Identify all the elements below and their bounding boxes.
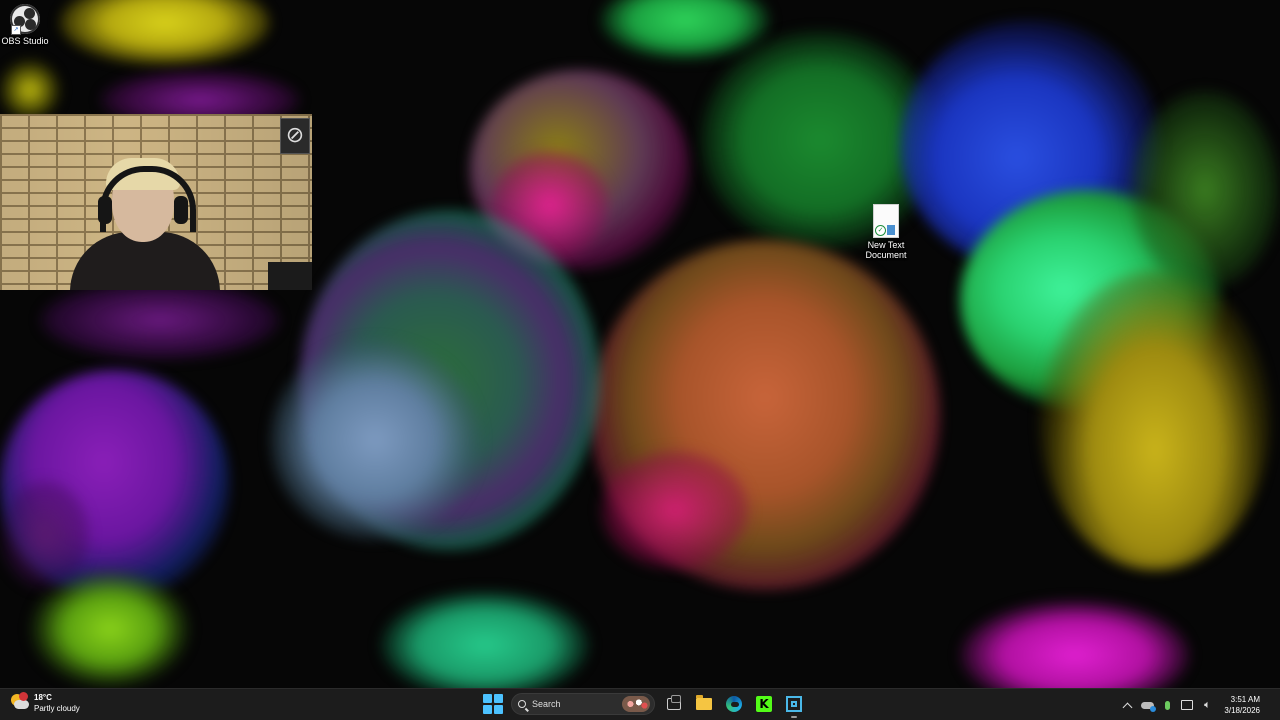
file-explorer-button[interactable] bbox=[693, 693, 715, 715]
wallpaper-swirl bbox=[960, 600, 1190, 688]
wallpaper-swirl bbox=[0, 60, 60, 120]
desktop-icon-obs-studio[interactable]: ↗ OBS Studio bbox=[0, 4, 56, 46]
start-icon bbox=[483, 694, 492, 703]
wallpaper-swirl bbox=[600, 0, 770, 60]
taskbar-center: Search K bbox=[481, 693, 805, 718]
weather-widget[interactable]: 18°C Partly cloudy bbox=[10, 692, 80, 714]
search-highlight-image bbox=[622, 696, 650, 712]
clock[interactable]: 3:51 AM 3/18/2026 bbox=[1224, 694, 1260, 716]
edge-button[interactable] bbox=[723, 693, 745, 715]
desktop-icon-label: New Text Document bbox=[865, 240, 907, 260]
kick-button[interactable]: K bbox=[753, 693, 775, 715]
notepad-badge-icon bbox=[887, 225, 895, 235]
sync-status-icon: ✓ bbox=[875, 225, 886, 236]
network-icon bbox=[1181, 700, 1194, 710]
running-indicator bbox=[791, 716, 797, 718]
taskbar-search[interactable]: Search bbox=[511, 693, 655, 715]
network-button[interactable] bbox=[1180, 698, 1194, 712]
system-tray: 🔈︎ 3:51 AM 3/18/2026 bbox=[1120, 693, 1268, 717]
clock-date: 3/18/2026 bbox=[1224, 706, 1260, 715]
speaker-button[interactable]: 🔈︎ bbox=[1200, 698, 1214, 712]
wallpaper-swirl bbox=[600, 450, 750, 570]
stream-overlay-logo-icon: ⊘ bbox=[280, 118, 310, 154]
kick-icon: K bbox=[756, 696, 772, 712]
text-document-icon: ✓ bbox=[873, 204, 899, 238]
weather-condition: Partly cloudy bbox=[34, 704, 80, 713]
task-view-button[interactable] bbox=[663, 693, 685, 715]
chevron-up-icon bbox=[1122, 702, 1133, 712]
wallpaper-swirl bbox=[40, 280, 280, 360]
webcam-overlay: ⊘ bbox=[0, 114, 312, 290]
edge-icon bbox=[726, 696, 742, 712]
microphone-button[interactable] bbox=[1160, 698, 1174, 712]
speaker-icon: 🔈︎ bbox=[1204, 698, 1211, 711]
partly-cloudy-icon bbox=[10, 692, 30, 713]
wallpaper-swirl bbox=[380, 590, 590, 688]
start-button[interactable] bbox=[481, 693, 503, 715]
wallpaper-swirl bbox=[1130, 90, 1280, 290]
onedrive-button[interactable] bbox=[1140, 698, 1156, 712]
taskbar: 18°C Partly cloudy Search K 🔈︎ 3:51 AM 3… bbox=[0, 688, 1280, 720]
obs-studio-icon: ↗ bbox=[10, 4, 40, 35]
shortcut-arrow-icon: ↗ bbox=[11, 25, 21, 35]
show-hidden-icons-button[interactable] bbox=[1120, 698, 1134, 712]
headset-earcup-right bbox=[174, 196, 188, 224]
desktop-icon-new-text-document[interactable]: ✓ New Text Document bbox=[855, 204, 917, 260]
wallpaper-swirl bbox=[270, 340, 480, 540]
file-explorer-icon bbox=[696, 695, 712, 710]
snipping-tool-button[interactable] bbox=[783, 693, 805, 718]
wallpaper-swirl bbox=[1040, 270, 1270, 570]
onedrive-icon bbox=[1140, 701, 1156, 712]
desktop-icon-label: OBS Studio bbox=[1, 36, 49, 46]
search-label: Search bbox=[532, 699, 561, 709]
wallpaper-swirl bbox=[0, 480, 90, 590]
weather-temperature: 18°C bbox=[34, 693, 52, 702]
clock-time: 3:51 AM bbox=[1230, 695, 1260, 704]
search-icon bbox=[518, 700, 526, 708]
headset-earcup-left bbox=[98, 196, 112, 224]
task-view-icon bbox=[667, 695, 681, 710]
desktop-wallpaper bbox=[0, 0, 1280, 688]
snipping-tool-icon bbox=[786, 696, 802, 712]
microphone-icon bbox=[1164, 700, 1170, 710]
chair bbox=[268, 262, 312, 290]
wallpaper-swirl bbox=[60, 0, 270, 65]
